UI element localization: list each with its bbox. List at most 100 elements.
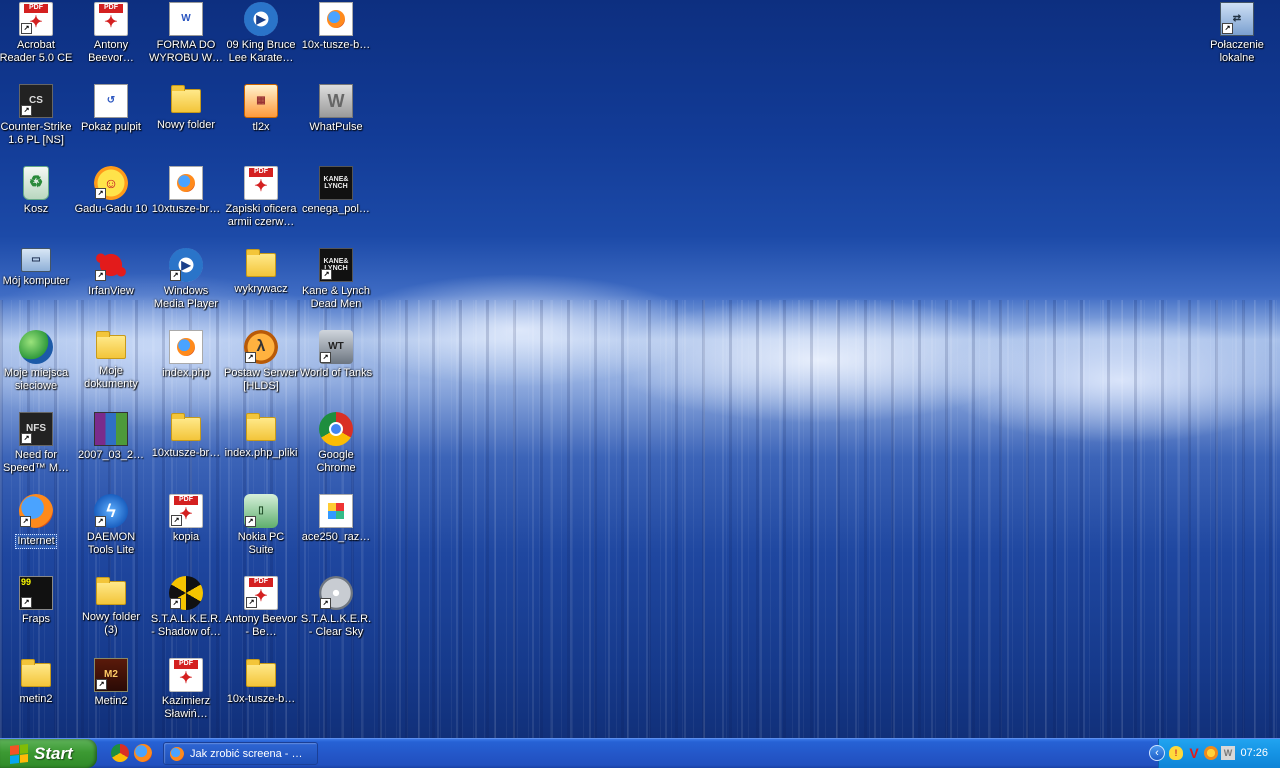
desktop-icon-label: wykrywacz — [234, 283, 288, 295]
desktop-icon-king-bruce-lee[interactable]: ▶ 09 King Bruce Lee Karate… — [223, 0, 299, 65]
desktop-icon-nokia-pc-suite[interactable]: ▯ ↗ Nokia PC Suite — [223, 492, 299, 557]
desktop-icon-nowy-folder-3[interactable]: Nowy folder (3) — [73, 574, 149, 637]
network-connection-icon: ⇄ ↗ — [1220, 2, 1254, 36]
desktop-icon-label: DAEMON Tools Lite — [86, 531, 136, 556]
desktop-icon-label: S.T.A.L.K.E.R. - Clear Sky — [300, 613, 372, 638]
desktop-icon-nowy-folder[interactable]: Nowy folder — [148, 82, 224, 132]
whatpulse-tray-icon[interactable]: W — [1221, 746, 1235, 760]
desktop-icon-label: FORMA DO WYROBU W… — [149, 39, 223, 64]
folder-icon — [246, 413, 276, 441]
desktop-icon-label: Kane & Lynch Dead Men — [301, 285, 371, 310]
desktop-icon-kane-lynch[interactable]: KANE& LYNCH ↗ Kane & Lynch Dead Men — [298, 246, 374, 311]
acrobat-reader-icon: PDF ✦ ↗ — [19, 2, 53, 36]
quick-launch-chrome-icon[interactable] — [111, 744, 129, 762]
folder-icon — [171, 85, 201, 113]
desktop-icon-label: Counter-Strike 1.6 PL [NS] — [0, 121, 72, 146]
desktop-icon-label: Internet — [15, 534, 57, 549]
firefox-document-icon — [169, 330, 203, 364]
desktop-icon-google-chrome[interactable]: Google Chrome — [298, 410, 374, 475]
desktop-icon-postaw-serwer[interactable]: λ ↗ Postaw Serwer [HLDS] — [223, 328, 299, 393]
start-label: Start — [34, 743, 73, 763]
show-hidden-icons-button[interactable]: ‹ — [1149, 745, 1165, 761]
firefox-icon — [170, 746, 184, 761]
desktop-icon-metin2-folder[interactable]: metin2 — [0, 656, 74, 706]
desktop-icon-kazimierz-pdf[interactable]: PDF ✦ Kazimierz Sławiń… — [148, 656, 224, 721]
desktop-icon-gadu-gadu[interactable]: ☺ ↗ Gadu-Gadu 10 — [73, 164, 149, 216]
desktop-icon-recycle-bin[interactable]: ♻ Kosz — [0, 164, 74, 216]
desktop-icon-label: 10x-tusze-b… — [301, 39, 371, 51]
desktop-icon-daemon-tools[interactable]: ϟ ↗ DAEMON Tools Lite — [73, 492, 149, 557]
desktop-icon-label: Gadu-Gadu 10 — [74, 203, 148, 215]
desktop-icon-ace250[interactable]: ace250_raz… — [298, 492, 374, 544]
desktop-icon-forma-do-wyrobu[interactable]: W FORMA DO WYROBU W… — [148, 0, 224, 65]
desktop-icon-10x-tusze-folder[interactable]: 10x-tusze-b… — [223, 656, 299, 706]
world-of-tanks-icon: WT ↗ — [319, 330, 353, 364]
firefox-document-icon — [319, 2, 353, 36]
desktop-icon-counter-strike[interactable]: CS ↗ Counter-Strike 1.6 PL [NS] — [0, 82, 74, 147]
security-shield-icon[interactable]: ! — [1169, 746, 1183, 760]
clock[interactable]: 07:26 — [1240, 747, 1268, 759]
desktop-icon-10xtusze-folder[interactable]: 10xtusze-br… — [148, 410, 224, 460]
firefox-icon: ↗ — [19, 494, 53, 528]
desktop-icon-label: index.php — [162, 367, 210, 379]
desktop-icon-fraps[interactable]: 99 ↗ Fraps — [0, 574, 74, 626]
antivirus-icon[interactable]: V — [1187, 745, 1201, 761]
media-file-icon: ▶ — [244, 2, 278, 36]
desktop-icon-kopia[interactable]: PDF ✦ ↗ kopia — [148, 492, 224, 544]
radiation-icon: ↗ — [169, 576, 203, 610]
desktop-icon-label: Kosz — [23, 203, 49, 215]
desktop-icon-local-connection[interactable]: ⇄ ↗ Połaczenie lokalne — [1199, 0, 1275, 65]
desktop-icon-index-php[interactable]: index.php — [148, 328, 224, 380]
desktop-icon-stalker-clear-sky[interactable]: ↗ S.T.A.L.K.E.R. - Clear Sky — [298, 574, 374, 639]
my-computer-icon: ▭ — [21, 248, 51, 272]
desktop-icon-10x-tusze-html[interactable]: 10x-tusze-b… — [298, 0, 374, 52]
taskbar-window-firefox[interactable]: Jak zrobić screena - … — [163, 742, 318, 765]
desktop-icon-show-desktop[interactable]: ↺ Pokaż pulpit — [73, 82, 149, 134]
desktop-icon-wykrywacz[interactable]: wykrywacz — [223, 246, 299, 296]
desktop-icon-cenega[interactable]: KANE& LYNCH cenega_pol… — [298, 164, 374, 216]
desktop-icon-zapiski-oficera[interactable]: PDF ✦ Zapiski oficera armii czerw… — [223, 164, 299, 229]
desktop-icon-index-php-pliki[interactable]: index.php_pliki — [223, 410, 299, 460]
quick-launch-firefox-icon[interactable] — [134, 744, 152, 762]
firefox-document-icon — [169, 166, 203, 200]
gadu-gadu-icon: ☺ ↗ — [94, 166, 128, 200]
desktop-icon-network-places[interactable]: Moje miejsca sieciowe — [0, 328, 74, 393]
desktop-icon-need-for-speed[interactable]: NFS ↗ Need for Speed™ M… — [0, 410, 74, 475]
desktop-icon-acrobat-reader[interactable]: PDF ✦ ↗ Acrobat Reader 5.0 CE — [0, 0, 74, 65]
desktop-icon-label: Need for Speed™ M… — [2, 449, 70, 474]
desktop-icon-label: Antony Beevor… — [88, 39, 134, 64]
kane-lynch-icon: KANE& LYNCH ↗ — [319, 248, 353, 282]
desktop-icon-irfanview[interactable]: ↗ IrfanView — [73, 246, 149, 298]
gadu-gadu-tray-icon[interactable] — [1204, 746, 1218, 760]
taskbar: Start Jak zrobić screena - … ‹ ! V W 07:… — [0, 738, 1280, 768]
folder-icon — [171, 413, 201, 441]
desktop-icon-label: ace250_raz… — [301, 531, 371, 543]
desktop-icon-whatpulse[interactable]: W WhatPulse — [298, 82, 374, 134]
desktop-icon-label: Pokaż pulpit — [81, 121, 141, 133]
nokia-pc-suite-icon: ▯ ↗ — [244, 494, 278, 528]
folder-icon — [246, 249, 276, 277]
start-button[interactable]: Start — [0, 739, 97, 768]
desktop-icon-label: Fraps — [21, 613, 51, 625]
desktop-icon-label: 10xtusze-br… — [151, 447, 221, 459]
desktop-icon-label: tl2x — [252, 121, 270, 133]
irfanview-icon: ↗ — [94, 248, 128, 282]
desktop-icon-10xtusze-html[interactable]: 10xtusze-br… — [148, 164, 224, 216]
desktop-icon-stalker-shadow[interactable]: ↗ S.T.A.L.K.E.R. - Shadow of… — [148, 574, 224, 639]
desktop-icon-winrar-archive[interactable]: 2007_03_2… — [73, 410, 149, 462]
desktop-icon-my-computer[interactable]: ▭ Mój komputer — [0, 246, 74, 288]
desktop-icon-label: Google Chrome — [316, 449, 356, 474]
desktop-icon-my-documents[interactable]: Moje dokumenty — [73, 328, 149, 391]
desktop-icon-antony-beevor-be[interactable]: PDF ✦ ↗ Antony Beevor - Be… — [223, 574, 299, 639]
desktop-icon-windows-media-player[interactable]: ▶ ↗ Windows Media Player — [148, 246, 224, 311]
word-document-icon: W — [169, 2, 203, 36]
desktop-icon-world-of-tanks[interactable]: WT ↗ World of Tanks — [298, 328, 374, 380]
desktop-icon-label: IrfanView — [88, 285, 134, 297]
counter-strike-icon: CS ↗ — [19, 84, 53, 118]
desktop-icon-metin2-game[interactable]: M2 ↗ Metin2 — [73, 656, 149, 708]
desktop-icon-tl2x[interactable]: ▦ tl2x — [223, 82, 299, 134]
desktop-icon-antony-beevor-pdf[interactable]: PDF ✦ Antony Beevor… — [73, 0, 149, 65]
network-places-icon — [19, 330, 53, 364]
desktop-icon-label: Acrobat Reader 5.0 CE — [0, 39, 73, 64]
desktop-icon-internet[interactable]: ↗ Internet — [0, 492, 74, 549]
